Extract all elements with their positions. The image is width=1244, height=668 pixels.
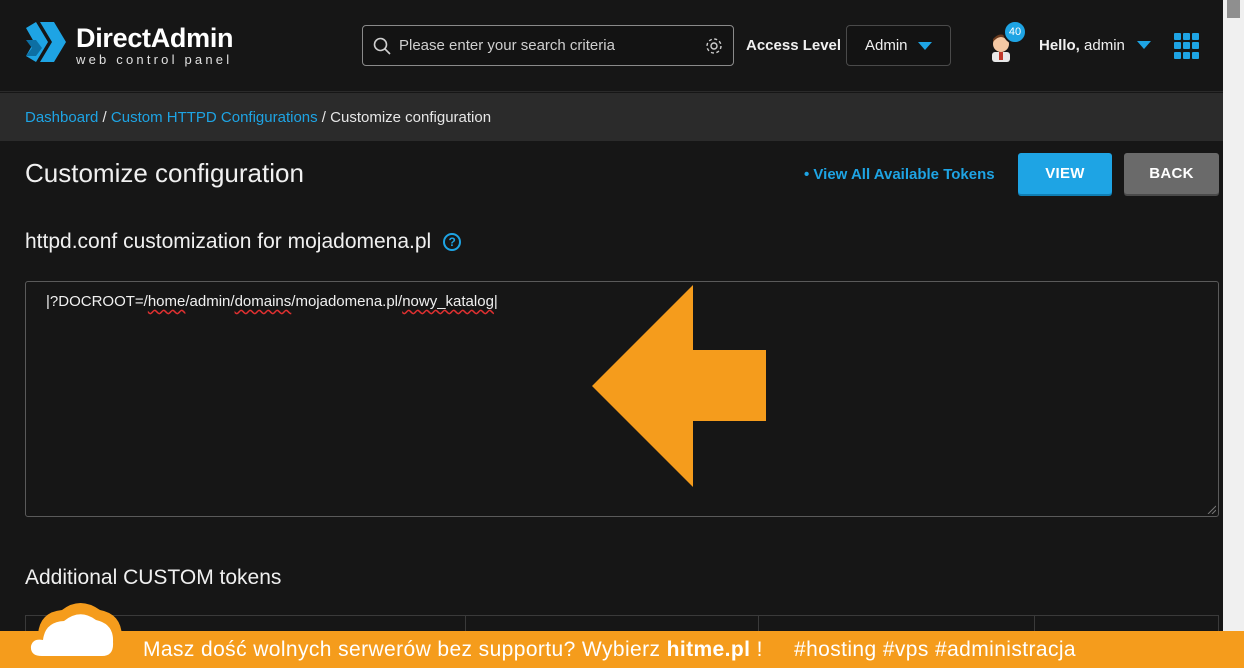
- breadcrumb-separator: /: [98, 109, 111, 126]
- top-header: DirectAdmin web control panel Access Lev…: [0, 0, 1223, 92]
- promo-text-after: ! #hosting #vps #administracja: [750, 638, 1077, 661]
- back-button[interactable]: BACK: [1124, 153, 1219, 194]
- config-text-segment: nowy_katalog: [402, 293, 494, 310]
- config-text-segment: |: [493, 293, 498, 310]
- hello-prefix: Hello,: [1039, 37, 1080, 54]
- promo-text-before: Masz dość wolnych serwerów bez supportu?…: [143, 638, 667, 661]
- additional-tokens-title: Additional CUSTOM tokens: [25, 566, 282, 589]
- breadcrumb-bar: Dashboard / Custom HTTPD Configurations …: [0, 93, 1223, 141]
- config-text[interactable]: |?DOCROOT=/home/admin/domains/mojadomena…: [46, 293, 498, 310]
- logo-subtitle: web control panel: [76, 51, 233, 67]
- orange-arrow-left-icon: [592, 285, 766, 487]
- search-input[interactable]: [399, 37, 705, 54]
- search-box[interactable]: [362, 25, 734, 66]
- breadcrumb-separator: /: [317, 109, 331, 126]
- access-level-select[interactable]: Admin: [846, 25, 951, 66]
- config-text-segment: /admin/: [185, 293, 235, 310]
- apps-grid-icon[interactable]: [1174, 33, 1200, 59]
- view-button[interactable]: VIEW: [1018, 153, 1112, 194]
- promo-banner[interactable]: Masz dość wolnych serwerów bez supportu?…: [0, 631, 1244, 668]
- directadmin-logo[interactable]: DirectAdmin web control panel: [24, 20, 234, 70]
- config-text-segment: domains: [234, 293, 292, 310]
- logo-title: DirectAdmin: [76, 22, 234, 53]
- hitme-cloud-logo: [19, 603, 123, 662]
- vertical-scrollbar[interactable]: [1223, 0, 1244, 668]
- search-settings-gear-icon[interactable]: [705, 37, 723, 55]
- page-title: Customize configuration: [25, 158, 304, 188]
- config-text-segment: /mojadomena.pl/: [291, 293, 403, 310]
- section-title: httpd.conf customization for mojadomena.…: [25, 230, 462, 254]
- logo-chevron-icon: [26, 22, 66, 62]
- config-text-segment: home: [147, 293, 186, 310]
- breadcrumb-current: Customize configuration: [330, 109, 492, 126]
- section-title-text: httpd.conf customization for mojadomena.…: [25, 230, 432, 253]
- notification-badge[interactable]: 40: [1003, 20, 1027, 44]
- config-text-segment: |?DOCROOT=/: [46, 293, 148, 310]
- help-icon[interactable]: ?: [443, 233, 462, 251]
- access-level-value: Admin: [865, 37, 908, 54]
- search-icon: [373, 37, 391, 55]
- access-level-label: Access Level: [746, 37, 842, 54]
- hello-username: admin: [1084, 37, 1125, 54]
- breadcrumb-dashboard-link[interactable]: Dashboard: [25, 109, 98, 126]
- user-menu-chevron-down-icon[interactable]: [1137, 41, 1151, 49]
- breadcrumb-custom-httpd-link[interactable]: Custom HTTPD Configurations: [111, 109, 318, 126]
- resize-handle-icon[interactable]: [1206, 504, 1216, 514]
- promo-text: Masz dość wolnych serwerów bez supportu?…: [143, 638, 1076, 662]
- view-all-tokens-link[interactable]: • View All Available Tokens: [804, 166, 995, 183]
- scrollbar-thumb[interactable]: [1227, 0, 1240, 18]
- page: DirectAdmin web control panel Access Lev…: [0, 0, 1244, 668]
- breadcrumb: Dashboard / Custom HTTPD Configurations …: [25, 109, 491, 126]
- user-greeting[interactable]: Hello, admin: [1039, 37, 1125, 54]
- promo-brand: hitme.pl: [666, 638, 751, 661]
- chevron-down-icon: [918, 42, 932, 50]
